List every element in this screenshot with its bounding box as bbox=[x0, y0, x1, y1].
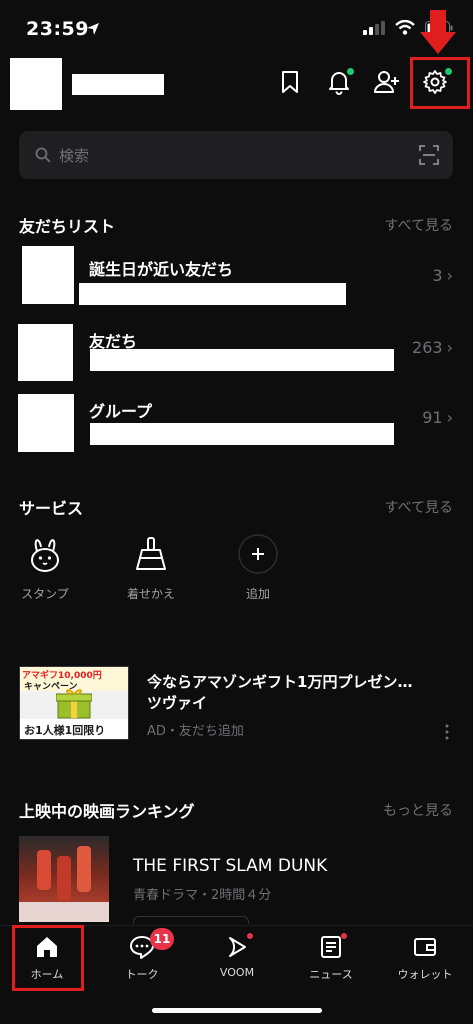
friend-row-redacted bbox=[79, 283, 346, 305]
notifications-button[interactable] bbox=[325, 68, 354, 96]
news-icon bbox=[317, 933, 347, 961]
plus-icon bbox=[237, 533, 279, 575]
ad-title[interactable]: 今ならアマゾンギフト1万円プレゼン… ツヴァイ bbox=[147, 672, 447, 714]
signal-icon bbox=[363, 20, 385, 35]
services-section-title: サービス bbox=[19, 499, 84, 518]
ad-image-text: お1人様1回限り bbox=[24, 724, 106, 737]
service-label: 追加 bbox=[245, 587, 270, 601]
chat-unread-badge: 11 bbox=[150, 928, 174, 950]
chevron-right-icon: › bbox=[446, 338, 453, 357]
friend-row-thumbnail bbox=[22, 246, 74, 304]
friend-row-birthday[interactable]: 誕生日が近い友だち 3 › bbox=[0, 240, 473, 308]
service-label: スタンプ bbox=[21, 587, 69, 601]
friend-row-count: 3 › bbox=[432, 266, 453, 285]
wallet-icon bbox=[411, 933, 439, 961]
profile-avatar[interactable] bbox=[10, 58, 62, 110]
service-label: 着せかえ bbox=[126, 587, 175, 601]
ad-title-line1: 今ならアマゾンギフト1万円プレゼン… bbox=[147, 673, 413, 691]
search-placeholder: 検索 bbox=[59, 146, 90, 165]
movie-poster[interactable] bbox=[19, 836, 109, 922]
add-friend-button[interactable] bbox=[373, 68, 401, 96]
service-add[interactable]: 追加 bbox=[218, 533, 298, 602]
ad-title-line2: ツヴァイ bbox=[147, 694, 208, 712]
friend-row-label: グループ bbox=[89, 402, 153, 421]
movie-section-title: 上映中の映画ランキング bbox=[19, 802, 195, 821]
more-vertical-icon[interactable] bbox=[444, 723, 450, 741]
chevron-right-icon: › bbox=[446, 266, 453, 285]
tab-label: ウォレット bbox=[397, 968, 453, 981]
friend-row-thumbnail bbox=[18, 324, 73, 381]
tab-voom[interactable]: VOOM bbox=[197, 933, 277, 979]
voom-new-dot bbox=[247, 933, 253, 939]
voom-icon bbox=[223, 933, 253, 961]
movie-see-more-link[interactable]: もっと見る bbox=[383, 800, 453, 820]
bookmark-icon bbox=[282, 71, 298, 93]
friends-see-all-link[interactable]: すべて見る bbox=[385, 215, 453, 235]
status-time: 23:59 bbox=[26, 18, 89, 40]
movie-action-button[interactable] bbox=[133, 916, 249, 924]
annotation-highlight-home bbox=[12, 925, 84, 991]
notification-dot bbox=[347, 68, 354, 75]
search-bar[interactable]: 検索 bbox=[19, 131, 453, 179]
home-indicator[interactable] bbox=[152, 1008, 322, 1013]
annotation-highlight-settings bbox=[410, 57, 470, 109]
bookmark-button[interactable] bbox=[276, 68, 304, 96]
friend-row-count: 91 › bbox=[422, 408, 453, 427]
tab-label: VOOM bbox=[219, 966, 255, 979]
add-friend-icon bbox=[374, 71, 399, 93]
location-arrow-icon bbox=[87, 23, 99, 35]
profile-name[interactable] bbox=[72, 74, 164, 95]
tab-wallet[interactable]: ウォレット bbox=[385, 933, 465, 982]
news-new-dot bbox=[341, 933, 347, 939]
brush-icon bbox=[130, 533, 172, 575]
annotation-arrow-icon bbox=[420, 10, 456, 54]
search-icon bbox=[35, 147, 51, 163]
friend-row-redacted bbox=[90, 349, 394, 371]
wifi-icon bbox=[395, 20, 415, 35]
friends-section-title: 友だちリスト bbox=[19, 217, 116, 236]
tab-label: トーク bbox=[125, 968, 159, 981]
services-see-all-link[interactable]: すべて見る bbox=[385, 497, 453, 517]
ad-subtitle: AD・友だち追加 bbox=[147, 724, 244, 739]
tab-label: ニュース bbox=[309, 968, 353, 981]
friend-row-redacted bbox=[90, 423, 394, 445]
rabbit-sticker-icon bbox=[24, 533, 66, 575]
tab-news[interactable]: ニュース bbox=[291, 933, 371, 982]
service-sticker[interactable]: スタンプ bbox=[5, 533, 85, 602]
service-themes[interactable]: 着せかえ bbox=[111, 533, 191, 602]
friend-row-count: 263 › bbox=[412, 338, 453, 357]
ad-image[interactable]: アマギフ10,000円 キャンペーン お1人様1回限り bbox=[19, 666, 129, 740]
friend-row-thumbnail bbox=[18, 394, 74, 452]
chevron-right-icon: › bbox=[446, 408, 453, 427]
movie-meta: 青春ドラマ・2時間４分 bbox=[133, 888, 272, 903]
friend-row-groups[interactable]: グループ 91 › bbox=[0, 388, 473, 456]
movie-title[interactable]: THE FIRST SLAM DUNK bbox=[133, 856, 327, 876]
qr-scan-icon[interactable] bbox=[419, 145, 439, 165]
gift-box-icon bbox=[56, 689, 92, 719]
friend-row-friends[interactable]: 友だち 263 › bbox=[0, 318, 473, 386]
friend-row-label: 誕生日が近い友だち bbox=[89, 260, 234, 279]
